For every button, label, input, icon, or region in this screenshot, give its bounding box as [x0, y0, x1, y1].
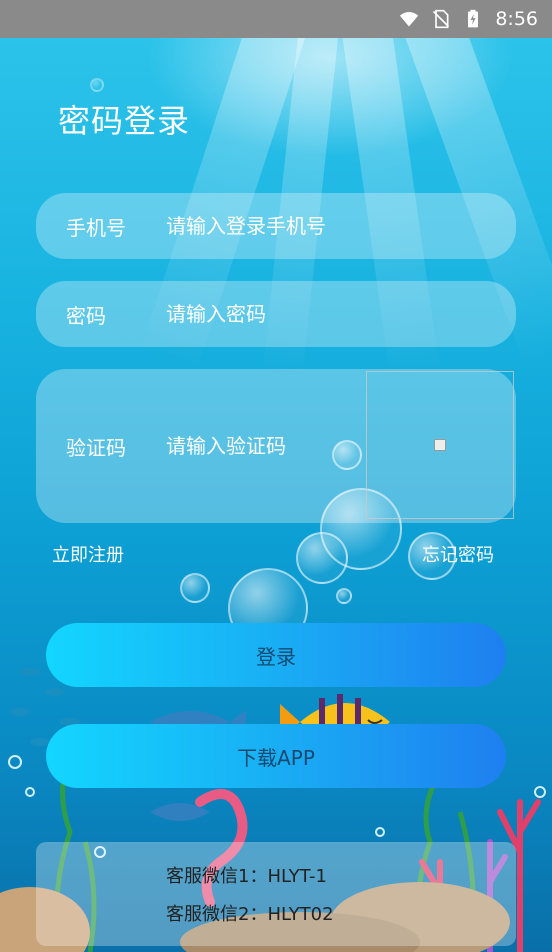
page-title: 密码登录 [58, 102, 191, 140]
status-bar: 8:56 [0, 0, 552, 38]
phone-field: 手机号 [36, 193, 516, 259]
broken-image-icon [434, 439, 446, 451]
login-button[interactable]: 登录 [46, 623, 506, 687]
wifi-icon [400, 12, 419, 27]
no-sim-icon [433, 9, 450, 29]
download-app-button[interactable]: 下载APP [46, 724, 506, 788]
service-wechat-2: 客服微信2：HLYT02 [166, 904, 334, 925]
bubble-decoration [90, 78, 104, 92]
customer-service-panel: 客服微信1：HLYT-1 客服微信2：HLYT02 [36, 842, 516, 946]
password-field: 密码 [36, 281, 516, 347]
service-wechat-1: 客服微信1：HLYT-1 [166, 866, 327, 887]
forgot-password-link[interactable]: 忘记密码 [422, 541, 494, 567]
bubble-decoration [336, 588, 352, 604]
captcha-input[interactable] [166, 434, 336, 458]
phone-label: 手机号 [66, 215, 126, 240]
captcha-field: 验证码 [36, 369, 516, 523]
bubble-decoration [296, 532, 348, 584]
battery-charging-icon [468, 9, 479, 28]
password-label: 密码 [66, 303, 106, 328]
bubble-decoration [180, 573, 210, 603]
password-input[interactable] [166, 302, 466, 326]
phone-input[interactable] [166, 214, 466, 238]
captcha-image[interactable] [366, 371, 514, 519]
register-link[interactable]: 立即注册 [52, 541, 124, 567]
status-time: 8:56 [495, 8, 538, 30]
captcha-label: 验证码 [66, 435, 126, 460]
